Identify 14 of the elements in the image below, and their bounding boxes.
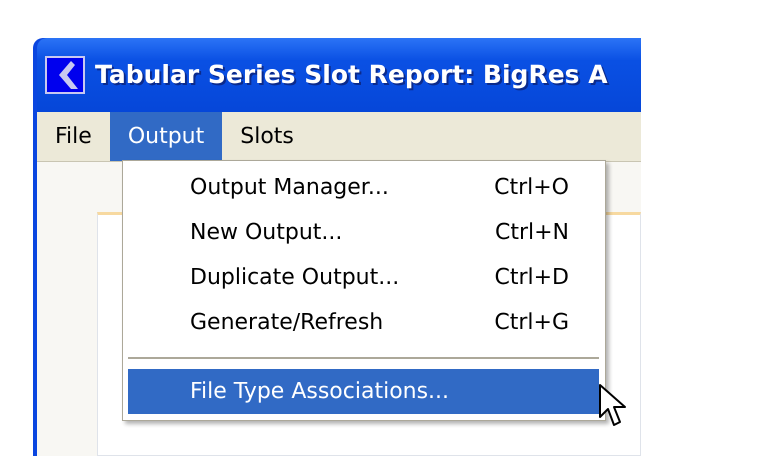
menu-item[interactable]: Output Manager... Ctrl+O xyxy=(128,165,599,210)
shortcut-label: Ctrl+O xyxy=(494,174,569,202)
menu-item[interactable]: Generate/Refresh Ctrl+G xyxy=(128,300,599,345)
menu-item[interactable]: File Type Associations... xyxy=(128,369,599,414)
app-logo-icon xyxy=(45,56,85,94)
window-title: Tabular Series Slot Report: BigRes A xyxy=(95,59,608,92)
menu-bar-item[interactable]: Output xyxy=(110,112,222,161)
menu-item[interactable]: Duplicate Output... Ctrl+D xyxy=(128,255,599,300)
menu-item[interactable]: New Output... Ctrl+N xyxy=(128,210,599,255)
menu-bar-item[interactable]: Slots xyxy=(222,112,312,161)
shortcut-label: Ctrl+G xyxy=(494,309,569,337)
shortcut-label: Ctrl+N xyxy=(494,219,569,247)
shortcut-label: Ctrl+D xyxy=(494,264,569,292)
menu-bar-item[interactable]: File xyxy=(37,112,110,161)
